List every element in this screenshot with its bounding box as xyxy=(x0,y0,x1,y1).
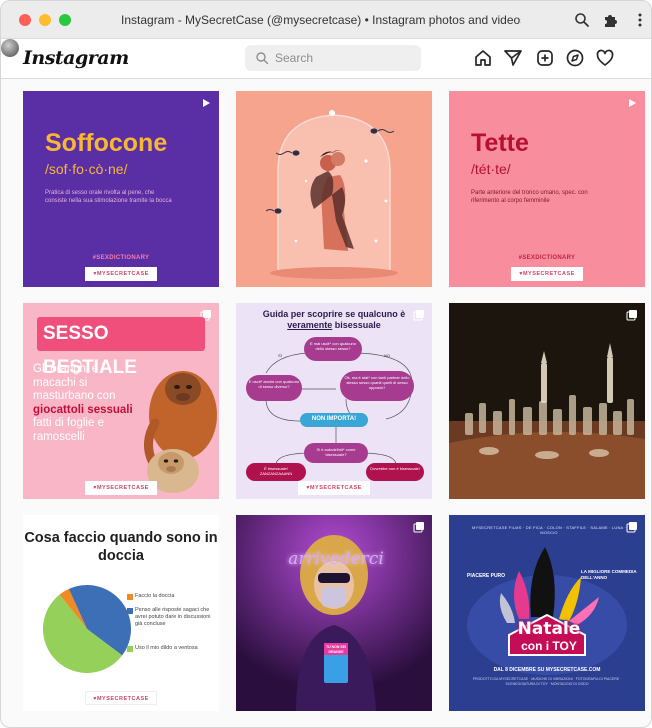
dictionary-word: Soffocone xyxy=(45,129,168,157)
video-reel-icon xyxy=(203,99,210,107)
new-post-icon[interactable] xyxy=(535,48,555,68)
title-bar: Instagram - MySecretCase (@mysecretcase)… xyxy=(1,1,651,39)
dictionary-phonetic: /tét·te/ xyxy=(471,161,511,177)
node-q2: E uscit* anche con qualcuno di sesso div… xyxy=(248,379,300,389)
node-a2: Dovrebbe non è bisessuale! xyxy=(370,466,420,471)
minimize-window-button[interactable] xyxy=(39,14,51,26)
node-q3: Ok, ma è stat* con tanti partner dello s… xyxy=(344,375,410,390)
brand-bar: ♥MYSECRETCASE xyxy=(85,481,157,495)
edge-label-si: SÌ xyxy=(278,353,282,358)
post-tile-glassware-photo[interactable] xyxy=(449,303,645,499)
post-tile-bisexual-flowchart[interactable]: Guida per scoprire se qualcuno è veramen… xyxy=(236,303,432,499)
poster-title: Natale xyxy=(517,619,581,639)
poster-date: DAL 8 DICEMBRE SU MYSECRETCASE.COM xyxy=(493,667,601,673)
brand-name: MYSECRETCASE xyxy=(96,696,149,702)
brand-name: MYSECRETCASE xyxy=(309,485,362,491)
post-tile-natale-poster[interactable]: MYSECRETCASE FILMS · DE FICA · COLON · S… xyxy=(449,515,645,711)
dictionary-definition: Parte anteriore del tronco umano, spec. … xyxy=(471,190,588,204)
carousel-icon xyxy=(413,522,424,533)
legend-swatch-0 xyxy=(127,594,133,600)
node-q4: Si è autodefinit* come bisessuale? xyxy=(316,447,356,457)
brand-name: MYSECRETCASE xyxy=(96,485,149,491)
close-window-button[interactable] xyxy=(19,14,31,26)
body-bold-text: giocattoli sessuali xyxy=(33,403,133,416)
browser-window: Instagram - MySecretCase (@mysecretcase)… xyxy=(0,0,652,728)
video-reel-icon xyxy=(629,99,636,107)
poster-tagline: PIACERE PURO xyxy=(467,573,506,579)
post-tile-shower-pie-chart[interactable]: Cosa faccio quando sono in doccia Faccio… xyxy=(23,515,219,711)
carousel-icon xyxy=(626,310,637,321)
poster-quote: LA MIGLIORE COMMEDIA DELL'ANNO xyxy=(581,569,637,580)
activity-heart-icon[interactable] xyxy=(595,48,615,68)
dictionary-definition: Pratica di sesso orale rivolta al pene, … xyxy=(45,190,172,204)
poster-credits: MYSECRETCASE FILMS · DE FICA · COLON · S… xyxy=(471,525,627,535)
book-title: TU NON SEI GRANDE xyxy=(325,645,347,654)
edge-label-no: NO xyxy=(384,353,390,358)
brand-bar: ♥MYSECRETCASE xyxy=(85,691,157,705)
node-a1: È bisessuale! ZANZANZAAANN xyxy=(259,466,293,476)
poster-fine-print: PRODOTTO DA MYSECRETCASE · MUSICHE DI VI… xyxy=(472,677,622,686)
brand-bar: ♥MYSECRETCASE xyxy=(85,267,157,281)
search-icon xyxy=(256,52,269,65)
legend-label-1: Penso alle risposte sagaci che avrei pot… xyxy=(135,607,211,627)
neon-sign: arrivederci xyxy=(288,549,384,569)
brand-bar: ♥MYSECRETCASE xyxy=(511,267,583,281)
post-tile-illustration[interactable] xyxy=(236,91,432,287)
direct-message-icon[interactable] xyxy=(503,48,523,68)
body-text: Gli oranghi e i macachi si masturbano co… xyxy=(33,363,116,402)
explore-compass-icon[interactable] xyxy=(565,48,585,68)
hashtag: #SEXDICTIONARY xyxy=(518,255,576,261)
brand-name: MYSECRETCASE xyxy=(522,271,575,277)
instagram-logo[interactable]: Instagram xyxy=(23,47,129,69)
dictionary-word: Tette xyxy=(471,129,529,157)
post-tile-soffocone[interactable]: Soffocone /sof·fo·cò·ne/ Pratica di sess… xyxy=(23,91,219,287)
window-title: Instagram - MySecretCase (@mysecretcase)… xyxy=(121,13,521,27)
legend-label-2: Uso il mio dildo a ventosa xyxy=(135,645,198,651)
dictionary-phonetic: /sof·fo·cò·ne/ xyxy=(45,161,128,177)
body-text-end: fatti di foglie e ramoscelli xyxy=(33,417,104,443)
brand-name: MYSECRETCASE xyxy=(96,271,149,277)
headline: SESSO BESTIALE xyxy=(37,317,205,378)
maximize-window-button[interactable] xyxy=(59,14,71,26)
brand-bar: ♥MYSECRETCASE xyxy=(298,481,370,495)
search-bar[interactable]: Search xyxy=(245,45,421,71)
legend-swatch-1 xyxy=(127,608,133,614)
node-q1: E mai uscit* con qualcuno dello stesso s… xyxy=(309,341,357,351)
legend-swatch-2 xyxy=(127,646,133,652)
posts-grid: Soffocone /sof·fo·cò·ne/ Pratica di sess… xyxy=(23,91,645,717)
post-tile-tette[interactable]: Tette /tét·te/ Parte anteriore del tronc… xyxy=(449,91,645,287)
couple-illustration xyxy=(265,110,398,279)
glassware-photo xyxy=(449,303,645,499)
more-menu-icon[interactable] xyxy=(631,11,649,29)
search-placeholder: Search xyxy=(275,51,314,65)
extensions-puzzle-icon[interactable] xyxy=(601,11,619,29)
party-photo xyxy=(236,515,432,711)
home-icon[interactable] xyxy=(473,48,493,68)
hashtag: #SEXDICTIONARY xyxy=(92,255,150,261)
poster-subtitle: con i TOY xyxy=(521,639,577,653)
post-tile-sesso-bestiale[interactable]: SESSO BESTIALE Gli oranghi e i macachi s… xyxy=(23,303,219,499)
zoom-icon[interactable] xyxy=(573,11,591,29)
post-body: Gli oranghi e i macachi si masturbano co… xyxy=(33,363,143,444)
post-tile-neon-photo[interactable]: arrivederci TU NON SEI GRANDE xyxy=(236,515,432,711)
instagram-header: Instagram Search xyxy=(1,39,651,79)
carousel-icon xyxy=(626,522,637,533)
node-middle: NON IMPORTA! xyxy=(311,416,357,422)
profile-avatar[interactable] xyxy=(1,39,19,57)
legend-label-0: Faccio la doccia xyxy=(135,593,175,599)
